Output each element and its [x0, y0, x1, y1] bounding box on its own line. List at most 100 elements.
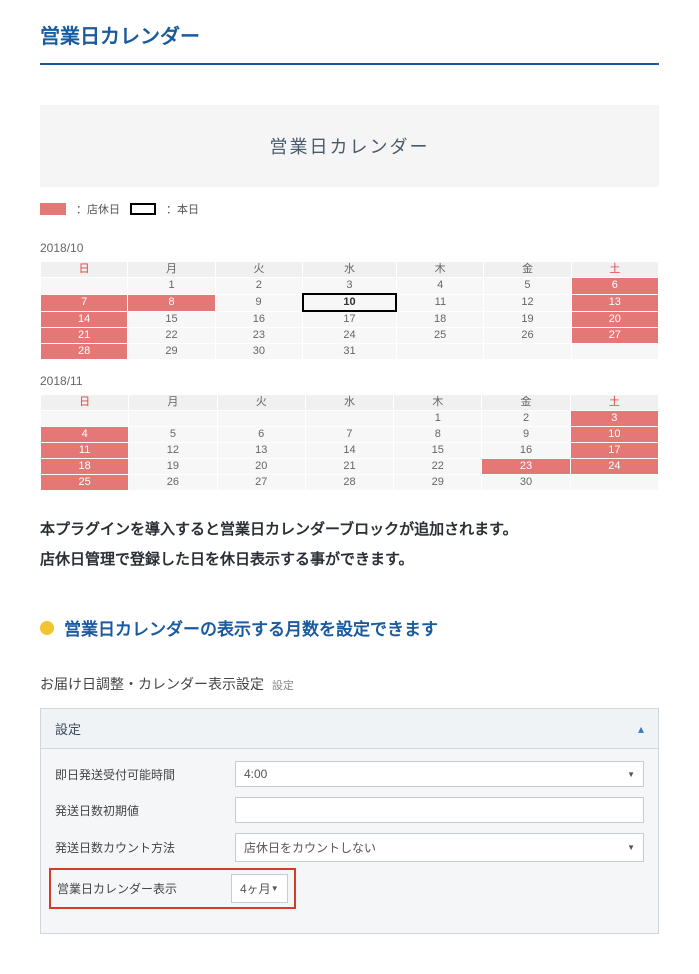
weekday-header: 木 [394, 395, 482, 411]
weekday-header: 土 [571, 262, 658, 278]
calendar-cell: 22 [394, 459, 482, 475]
calendar-cell: 29 [128, 344, 215, 360]
select-ship-count-method[interactable]: 店休日をカウントしない ▼ [235, 833, 644, 862]
select-cutoff-time[interactable]: 4:00 ▼ [235, 761, 644, 787]
dropdown-caret-icon: ▼ [271, 884, 279, 893]
label-calendar-display: 営業日カレンダー表示 [57, 880, 231, 897]
calendar-cell: 12 [484, 294, 571, 311]
calendar-cell: 25 [396, 328, 483, 344]
calendar-cell: 1 [128, 278, 215, 295]
settings-title-main: お届け日調整・カレンダー表示設定 [40, 676, 264, 692]
settings-panel-head[interactable]: 設定 ▴ [41, 709, 658, 749]
weekday-header: 水 [303, 262, 397, 278]
calendar-cell: 10 [570, 427, 658, 443]
calendar-cell: 18 [41, 459, 129, 475]
dropdown-caret-icon: ▼ [627, 843, 635, 852]
weekday-header: 金 [482, 395, 570, 411]
holiday-legend-label: ：店休日 [76, 201, 120, 217]
calendar-cell: 18 [396, 311, 483, 328]
calendar-table: 日月火水木金土123456789101112131415161718192021… [40, 261, 659, 360]
calendar-cell: 14 [305, 443, 393, 459]
description-line-2: 店休日管理で登録した日を休日表示する事ができます。 [40, 545, 659, 575]
select-calendar-display[interactable]: 4ヶ月 ▼ [231, 874, 288, 903]
weekday-header: 水 [305, 395, 393, 411]
calendar-cell: 6 [571, 278, 658, 295]
calendar-cell: 19 [129, 459, 217, 475]
calendar-cell: 22 [128, 328, 215, 344]
holiday-swatch [40, 203, 66, 215]
dropdown-caret-icon: ▼ [627, 770, 635, 779]
calendar-cell [396, 344, 483, 360]
calendar-cell: 25 [41, 475, 129, 491]
calendar-cell: 28 [41, 344, 128, 360]
calendar-cell: 24 [570, 459, 658, 475]
weekday-header: 金 [484, 262, 571, 278]
calendar-cell: 20 [217, 459, 305, 475]
settings-panel-head-label: 設定 [55, 719, 81, 738]
today-legend-label: ：本日 [166, 201, 199, 217]
weekday-header: 火 [217, 395, 305, 411]
today-swatch [130, 203, 156, 215]
weekday-header: 木 [396, 262, 483, 278]
calendar-cell [484, 344, 571, 360]
calendar-cell: 1 [394, 411, 482, 427]
calendar-cell [41, 411, 129, 427]
weekday-header: 日 [41, 395, 129, 411]
calendar-cell: 14 [41, 311, 128, 328]
row-default-ship-days: 発送日数初期値 [55, 797, 644, 823]
input-default-ship-days[interactable] [235, 797, 644, 823]
calendar-cell: 11 [396, 294, 483, 311]
settings-title: お届け日調整・カレンダー表示設定 設定 [40, 674, 659, 694]
calendar-cell: 23 [215, 328, 302, 344]
calendar-cell: 27 [571, 328, 658, 344]
calendar-cell: 17 [303, 311, 397, 328]
label-cutoff-time: 即日発送受付可能時間 [55, 766, 235, 783]
section-heading: 営業日カレンダーの表示する月数を設定できます [40, 615, 659, 640]
calendar-cell [217, 411, 305, 427]
calendar-cell: 4 [41, 427, 129, 443]
row-cutoff-time: 即日発送受付可能時間 4:00 ▼ [55, 761, 644, 787]
calendar-cell: 21 [41, 328, 128, 344]
weekday-header: 土 [570, 395, 658, 411]
calendar-cell: 6 [217, 427, 305, 443]
weekday-header: 火 [215, 262, 302, 278]
row-calendar-display: 営業日カレンダー表示 4ヶ月 ▼ [55, 872, 644, 909]
weekday-header: 日 [41, 262, 128, 278]
calendar-cell: 16 [482, 443, 570, 459]
calendar-cell: 9 [482, 427, 570, 443]
calendar-cell: 8 [394, 427, 482, 443]
settings-title-sub: 設定 [272, 680, 294, 692]
calendar-cell: 19 [484, 311, 571, 328]
calendar-cell [570, 475, 658, 491]
calendar-cell: 5 [484, 278, 571, 295]
select-ship-count-method-value: 店休日をカウントしない [244, 839, 376, 856]
calendar-cell: 26 [129, 475, 217, 491]
calendar-cell: 4 [396, 278, 483, 295]
legend: ：店休日 ：本日 [40, 201, 659, 217]
month-label: 2018/11 [40, 374, 659, 388]
calendar-cell: 13 [217, 443, 305, 459]
calendar-cell: 27 [217, 475, 305, 491]
calendar-cell: 21 [305, 459, 393, 475]
calendar-cell [41, 278, 128, 295]
weekday-header: 月 [129, 395, 217, 411]
calendar-cell: 15 [128, 311, 215, 328]
calendar-cell: 31 [303, 344, 397, 360]
calendar-cell [129, 411, 217, 427]
calendar-cell: 10 [303, 294, 397, 311]
select-calendar-display-value: 4ヶ月 [240, 880, 271, 897]
calendar-cell: 13 [571, 294, 658, 311]
calendar-cell: 12 [129, 443, 217, 459]
description-block: 本プラグインを導入すると営業日カレンダーブロックが追加されます。 店休日管理で登… [40, 515, 659, 575]
settings-panel-body: 即日発送受付可能時間 4:00 ▼ 発送日数初期値 発送日数カウント方法 [41, 749, 658, 933]
calendar-cell: 20 [571, 311, 658, 328]
calendar-cell [571, 344, 658, 360]
calendar-cell: 17 [570, 443, 658, 459]
calendar-cell: 3 [570, 411, 658, 427]
calendar-cell: 15 [394, 443, 482, 459]
calendar-cell: 24 [303, 328, 397, 344]
section-heading-text: 営業日カレンダーの表示する月数を設定できます [64, 615, 438, 640]
description-line-1: 本プラグインを導入すると営業日カレンダーブロックが追加されます。 [40, 515, 659, 545]
calendar-cell: 7 [41, 294, 128, 311]
label-default-ship-days: 発送日数初期値 [55, 802, 235, 819]
